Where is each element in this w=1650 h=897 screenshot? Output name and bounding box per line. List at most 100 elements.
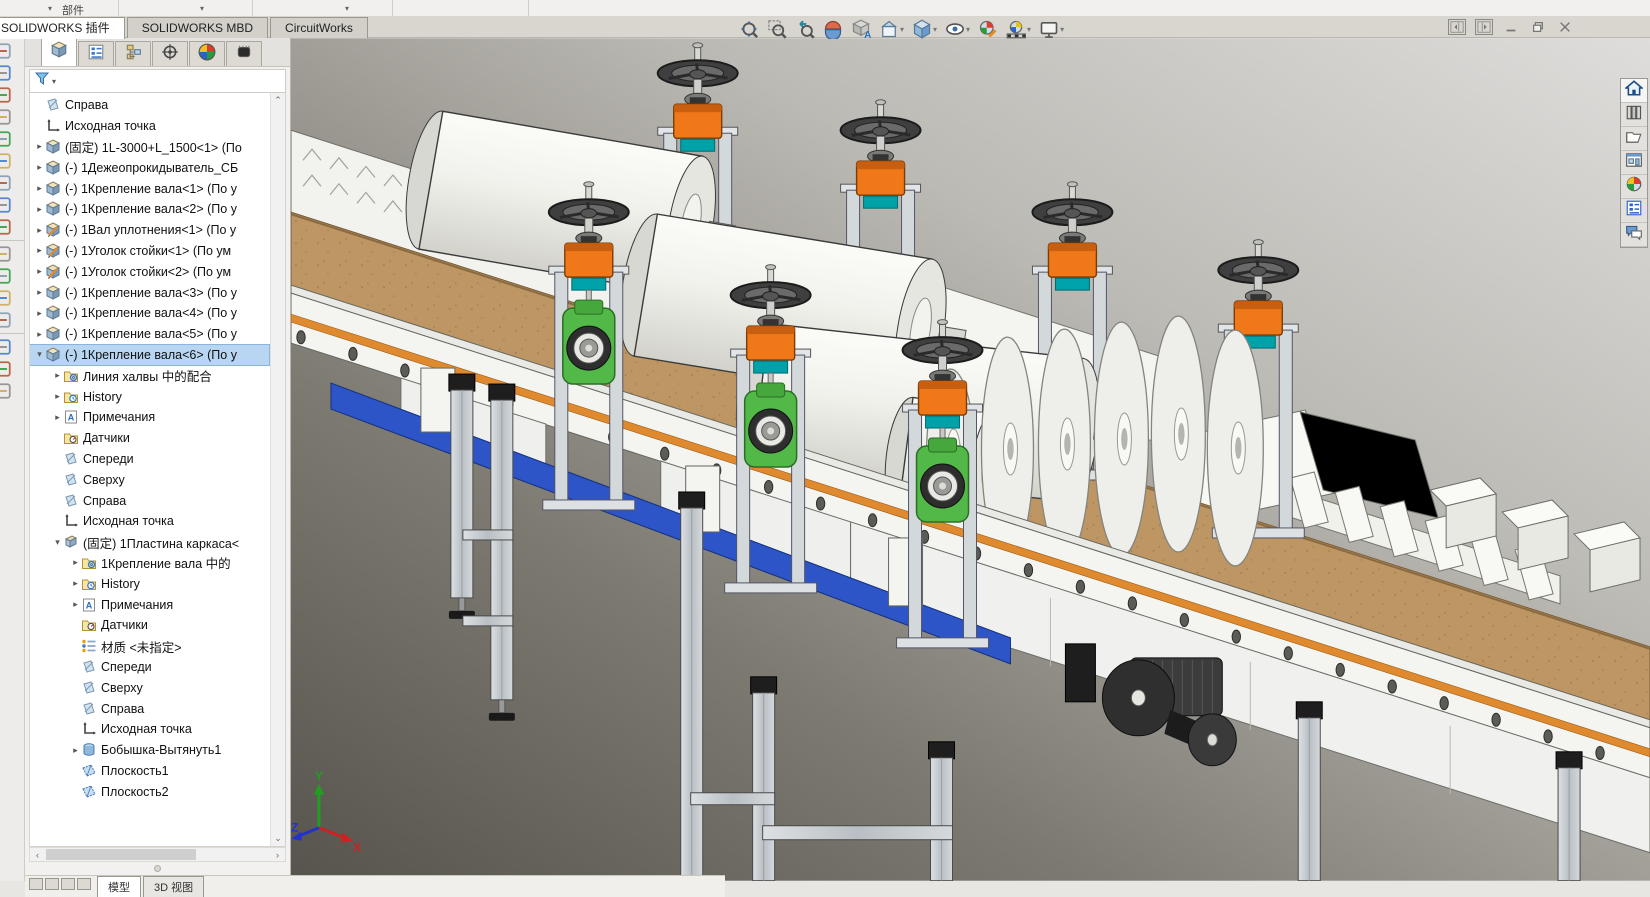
manager-tab-configurationmanager[interactable] [115, 41, 151, 66]
section-view-icon[interactable] [821, 18, 845, 40]
tree-item[interactable]: ▸ Бобышка-Вытянуть1 [30, 740, 269, 761]
expander-collapsed-icon[interactable]: ▸ [70, 599, 81, 610]
display-style-icon[interactable]: ▾ [910, 18, 939, 40]
tree-item[interactable]: ▸ 1Крепление вала 中的 [30, 553, 269, 574]
expander-collapsed-icon[interactable]: ▸ [34, 183, 45, 194]
bottom-tab-1[interactable]: 模型 [97, 876, 141, 897]
manager-tab-featuremanager-design-tree[interactable] [41, 38, 77, 66]
tree-item[interactable]: ▸ Линия халвы 中的配合 [30, 365, 269, 386]
manager-tab-dimxpertmanager[interactable] [152, 41, 188, 66]
tree-item[interactable]: ▸ History [30, 386, 269, 407]
dock-button-16[interactable] [0, 382, 12, 400]
expander-collapsed-icon[interactable]: ▸ [70, 557, 81, 568]
expander-collapsed-icon[interactable]: ▸ [70, 578, 81, 589]
expander-collapsed-icon[interactable]: ▸ [34, 287, 45, 298]
minimize-icon[interactable] [1502, 19, 1520, 35]
zoom-to-area-icon[interactable] [765, 18, 789, 40]
commandmanager-button-fragment[interactable]: 部件 [62, 2, 84, 18]
scroll-right-icon[interactable]: › [270, 850, 285, 860]
tree-item[interactable]: ▸ (固定) 1L-3000+L_1500<1> (По [30, 137, 269, 158]
assembly-3d-scene[interactable]: Y X Z [291, 38, 1650, 881]
task-pane-tab-file-explorer[interactable] [1621, 127, 1647, 151]
tree-item[interactable]: Датчики [30, 615, 269, 636]
tree-item[interactable]: Исходная точка [30, 719, 269, 740]
dock-button-3[interactable] [0, 86, 12, 104]
scrollbar-thumb[interactable] [46, 849, 196, 860]
edit-appearance-icon[interactable] [976, 18, 1000, 40]
expander-collapsed-icon[interactable]: ▸ [52, 391, 63, 402]
view-orientation-icon[interactable]: ▾ [877, 18, 906, 40]
chevron-down-icon[interactable]: ▾ [200, 4, 204, 13]
tree-vertical-scrollbar[interactable]: ⌃ ⌄ [270, 93, 285, 846]
task-pane-tab-home[interactable] [1621, 79, 1647, 103]
pane-scroll-right-icon[interactable] [1475, 19, 1493, 35]
tree-horizontal-scrollbar[interactable]: ‹ › [29, 847, 286, 862]
expander-collapsed-icon[interactable]: ▸ [34, 329, 45, 340]
tree-item[interactable]: Спереди [30, 449, 269, 470]
dock-button-6[interactable] [0, 152, 12, 170]
addin-tab-solidworks-mbd[interactable]: SOLIDWORKS MBD [126, 17, 269, 38]
dock-button-1[interactable] [0, 42, 12, 60]
tree-item[interactable]: Справа [30, 490, 269, 511]
tree-item[interactable]: ▸ (-) 1Крепление вала<4> (По у [30, 303, 269, 324]
dock-button-12[interactable] [0, 289, 12, 307]
close-icon[interactable] [1556, 19, 1574, 35]
dock-button-5[interactable] [0, 130, 12, 148]
tree-item[interactable]: 材质 <未指定> [30, 636, 269, 657]
dock-button-2[interactable] [0, 64, 12, 82]
expander-collapsed-icon[interactable]: ▸ [34, 162, 45, 173]
tree-item[interactable]: Плоскость1 [30, 761, 269, 782]
tree-item[interactable]: ▸ A Примечания [30, 594, 269, 615]
restore-icon[interactable] [1529, 19, 1547, 35]
addin-tab-circuitworks[interactable]: CircuitWorks [270, 17, 368, 38]
tree-item[interactable]: Справа [30, 95, 269, 116]
dock-button-9[interactable] [0, 218, 12, 236]
expander-collapsed-icon[interactable]: ▸ [34, 141, 45, 152]
manager-tab-circuitworks-tab[interactable] [226, 41, 262, 66]
tree-item[interactable]: Справа [30, 698, 269, 719]
tree-item[interactable]: Спереди [30, 657, 269, 678]
dock-button-7[interactable] [0, 174, 12, 192]
dynamic-annotation-views-icon[interactable]: A [849, 18, 873, 40]
graphics-area[interactable]: Y X Z [291, 38, 1650, 881]
tree-item[interactable]: Исходная точка [30, 116, 269, 137]
task-pane-tab-view-palette[interactable] [1621, 151, 1647, 175]
dock-button-13[interactable] [0, 311, 12, 329]
tree-item[interactable]: ▸ (-) 1Уголок стойки<2> (По ум [30, 261, 269, 282]
tree-item[interactable]: ▸ (-) 1Дежеопрокидыватель_СБ [30, 157, 269, 178]
expander-collapsed-icon[interactable]: ▸ [34, 245, 45, 256]
tree-item[interactable]: ▸ A Примечания [30, 407, 269, 428]
tree-item[interactable]: Исходная точка [30, 511, 269, 532]
expander-collapsed-icon[interactable]: ▸ [34, 204, 45, 215]
expander-collapsed-icon[interactable]: ▸ [52, 370, 63, 381]
dock-button-10[interactable] [0, 245, 12, 263]
dock-button-15[interactable] [0, 360, 12, 378]
tree-item[interactable]: Плоскость2 [30, 781, 269, 802]
task-pane-tab-custom-properties[interactable] [1621, 199, 1647, 223]
window-buttons[interactable] [29, 878, 91, 890]
panel-splitter[interactable] [25, 862, 290, 875]
tree-item[interactable]: ▸ (-) 1Крепление вала<5> (По у [30, 324, 269, 345]
dock-button-11[interactable] [0, 267, 12, 285]
task-pane-tab-solidworks-forum[interactable] [1621, 223, 1647, 247]
scroll-down-icon[interactable]: ⌄ [271, 831, 285, 846]
manager-tab-propertymanager[interactable] [78, 41, 114, 66]
expander-collapsed-icon[interactable]: ▸ [34, 225, 45, 236]
dock-button-14[interactable] [0, 338, 12, 356]
expander-collapsed-icon[interactable]: ▸ [52, 412, 63, 423]
addin-tab-solidworks-插件[interactable]: SOLIDWORKS 插件 [0, 17, 125, 39]
previous-view-icon[interactable] [793, 18, 817, 40]
tree-item[interactable]: ▸ (-) 1Крепление вала<3> (По у [30, 282, 269, 303]
view-settings-icon[interactable]: ▾ [1037, 18, 1066, 40]
scroll-up-icon[interactable]: ⌃ [271, 93, 285, 108]
dock-button-8[interactable] [0, 196, 12, 214]
chevron-down-icon[interactable]: ▾ [345, 4, 349, 13]
tree-filter-bar[interactable]: ▾ [29, 69, 286, 93]
tree-item[interactable]: ▾ (-) 1Крепление вала<6> (По у [30, 343, 270, 367]
tree-item[interactable]: Сверху [30, 469, 269, 490]
tree-item[interactable]: ▸ History [30, 573, 269, 594]
chevron-down-icon[interactable]: ▾ [48, 4, 52, 13]
dock-button-4[interactable] [0, 108, 12, 126]
chevron-down-icon[interactable]: ▾ [52, 77, 56, 86]
tree-item[interactable]: Датчики [30, 428, 269, 449]
